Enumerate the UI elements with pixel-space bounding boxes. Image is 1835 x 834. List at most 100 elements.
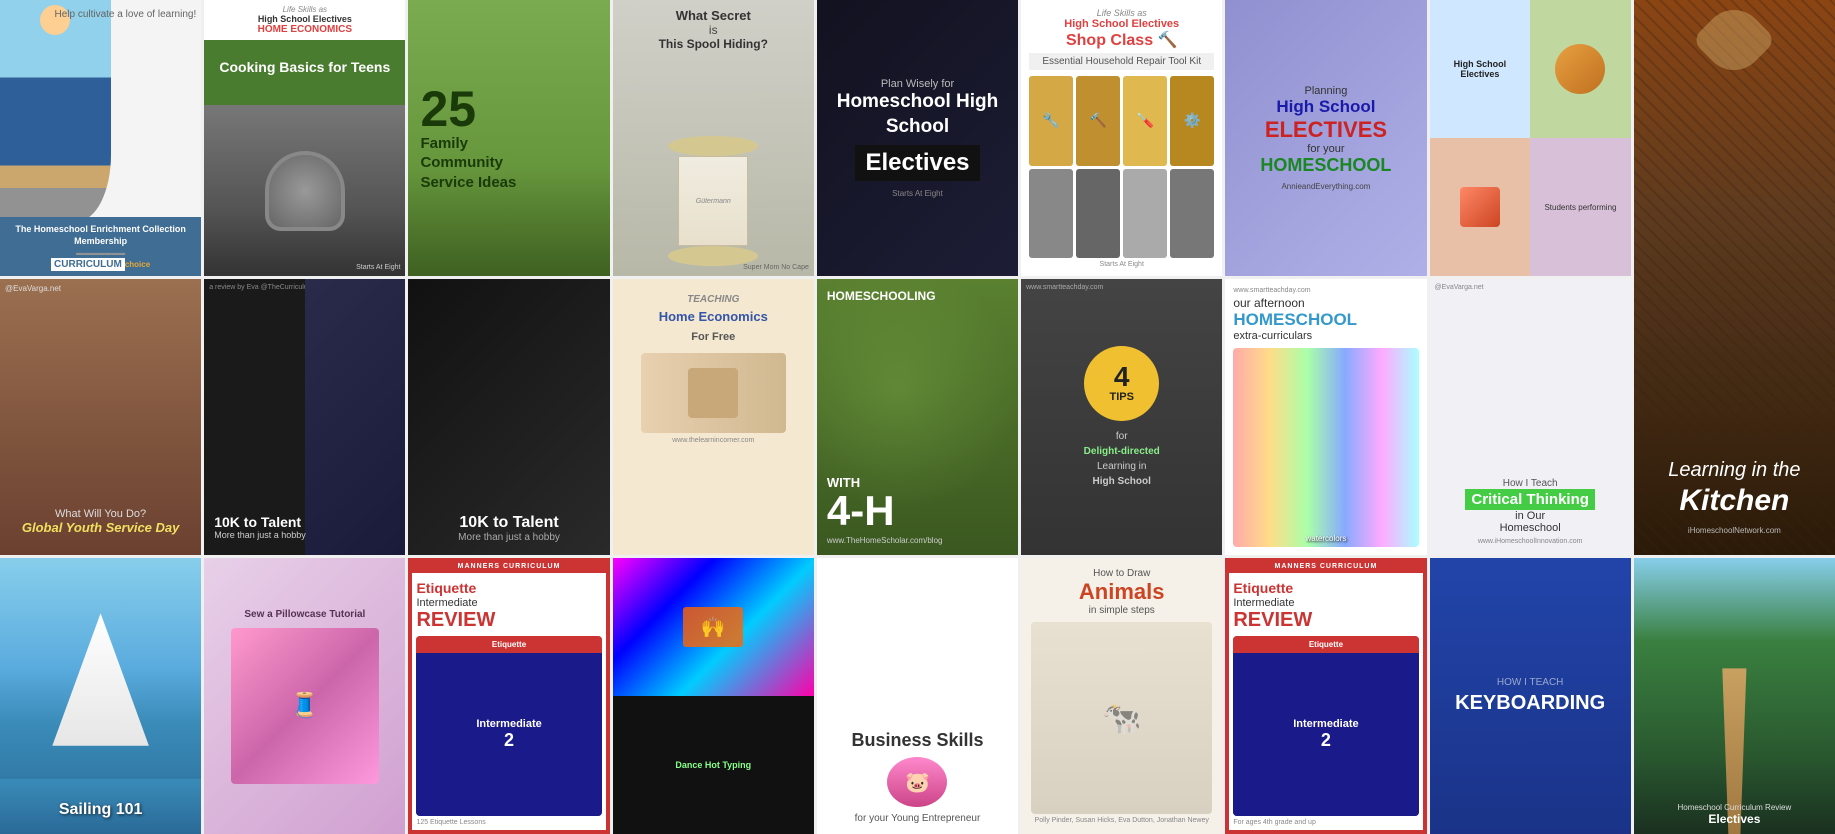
card-teaching-home-ec[interactable]: TEACHING Home Economics For Free www.the…	[613, 279, 814, 555]
tips-circle: 4 TIPS	[1084, 346, 1159, 421]
cooking-site: Starts At Eight	[356, 264, 400, 271]
4h-site: www.TheHomeScholar.com/blog	[827, 536, 1008, 545]
plan-main: Homeschool High School	[832, 90, 1003, 139]
draw-animals: Animals	[1079, 579, 1165, 605]
card-pillowcase[interactable]: Sew a Pillowcase Tutorial 🧵	[204, 558, 405, 834]
manners2-intermediate: Intermediate	[1233, 597, 1418, 609]
planning-high: High School	[1276, 97, 1375, 117]
card-typing[interactable]: 🙌 Dance Hot Typing	[613, 558, 814, 834]
cooking-top-label1: Life Skills as	[209, 5, 400, 14]
card-planning-hs[interactable]: Planning High School ELECTIVES for your …	[1225, 0, 1426, 276]
global-title: Global Youth Service Day	[8, 520, 193, 537]
home-ec-title: TEACHING Home Economics For Free	[659, 289, 768, 345]
10k-sub: More than just a hobby	[214, 530, 395, 540]
shop-sub: Essential Household Repair Tool Kit	[1029, 53, 1214, 70]
card-25-family[interactable]: 25 Family Community Service Ideas	[408, 0, 609, 276]
spool-line2: is	[613, 23, 814, 37]
planning-homeschool: HOMESCHOOL	[1260, 155, 1391, 176]
kitchen-site: iHomeschoolNetwork.com	[1688, 526, 1781, 535]
manners2-book-top: Etiquette	[1237, 640, 1414, 649]
tips-desc: for Delight-directed Learning in High Sc…	[1084, 429, 1160, 489]
shop-top1: Life Skills as	[1029, 8, 1214, 18]
card-manners-2[interactable]: MANNERS CURRICULUM Etiquette Intermediat…	[1225, 558, 1426, 834]
card-critical-thinking[interactable]: @EvaVarga.net How I Teach Critical Think…	[1430, 279, 1631, 555]
manners2-banner: MANNERS CURRICULUM	[1227, 560, 1424, 573]
afternoon-our: our afternoon	[1233, 296, 1418, 310]
card-draw-animals[interactable]: How to Draw Animals in simple steps 🐄 Po…	[1021, 558, 1222, 834]
manners2-site: For ages 4th grade and up	[1233, 819, 1418, 826]
enrichment-title: The Homeschool Enrichment Collection Mem…	[6, 223, 195, 248]
manners1-site: 125 Etiquette Lessons	[416, 819, 601, 826]
afternoon-site: www.smartteachday.com	[1233, 287, 1418, 294]
family-number: 25	[420, 84, 597, 134]
forest-text: Homeschool Curriculum Review	[1677, 803, 1791, 812]
shop-top2: High School Electives	[1029, 18, 1214, 30]
kitchen-title: Kitchen	[1679, 484, 1789, 518]
manners1-review: REVIEW	[416, 609, 601, 632]
enrichment-sub: ▬▬▬▬▬▬▬	[6, 250, 195, 257]
afternoon-extra: extra-curriculars	[1233, 330, 1418, 342]
card-spool[interactable]: What Secret is This Spool Hiding? Güterm…	[613, 0, 814, 276]
cooking-top-label3: HOME ECONOMICS	[209, 24, 400, 35]
card-4h[interactable]: HOMESCHOOLING WITH 4-H www.TheHomeSchola…	[817, 279, 1018, 555]
card-shop-class[interactable]: Life Skills as High School Electives Sho…	[1021, 0, 1222, 276]
ct-how: How I Teach	[1503, 478, 1558, 489]
10k-title: 10K to Talent	[214, 514, 395, 530]
plan-sub: Electives	[855, 145, 979, 181]
planning-site: AnnieandEverything.com	[1281, 182, 1370, 191]
card-keyboarding[interactable]: HOW I TEACH KEYBOARDING	[1430, 558, 1631, 834]
draw-steps: in simple steps	[1089, 605, 1155, 616]
spool-line3: This Spool Hiding?	[613, 37, 814, 51]
card-business-skills[interactable]: Business Skills 🐷 for your Young Entrepr…	[817, 558, 1018, 834]
shop-site: Starts At Eight	[1029, 261, 1214, 268]
card-learning-kitchen[interactable]: Learning in the Kitchen iHomeschoolNetwo…	[1634, 0, 1835, 555]
manners1-intermediate: Intermediate	[416, 597, 601, 609]
card-10k-review[interactable]: a review by Eva @TheCurriculumChoice 10K…	[204, 279, 405, 555]
card-4-tips[interactable]: www.smartteachday.com 4 TIPS for Delight…	[1021, 279, 1222, 555]
card-hs-electives-grid[interactable]: High School Electives Students performin…	[1430, 0, 1631, 276]
spool-brand: Gütermann	[696, 198, 731, 205]
biz-sub: for your Young Entrepreneur	[855, 813, 981, 824]
10k-main-sub: More than just a hobby	[458, 532, 560, 543]
planning-electives: ELECTIVES	[1265, 117, 1387, 143]
card-plan-wisely[interactable]: Plan Wisely for Homeschool High School E…	[817, 0, 1018, 276]
main-grid: Help cultivate a love of learning! The H…	[0, 0, 1835, 830]
paint-palette-image: watercolors	[1233, 348, 1418, 547]
card-forest-path[interactable]: Homeschool Curriculum Review Electives	[1634, 558, 1835, 834]
manners1-etiquette: Etiquette	[416, 579, 601, 597]
cooking-title: Cooking Basics for Teens	[210, 58, 399, 76]
ct-homeschool: Homeschool	[1500, 522, 1561, 534]
enrichment-title-box: The Homeschool Enrichment Collection Mem…	[0, 217, 201, 276]
card-manners-1[interactable]: MANNERS CURRICULUM Etiquette Intermediat…	[408, 558, 609, 834]
card-global-youth[interactable]: @EvaVarga.net What Will You Do? Global Y…	[0, 279, 201, 555]
forest-electives: Electives	[1708, 812, 1760, 826]
card-sailing[interactable]: Sailing 101	[0, 558, 201, 834]
plan-site: Starts At Eight	[892, 189, 943, 198]
10k-main-title: 10K to Talent	[459, 514, 558, 532]
manners1-book-top: Etiquette	[420, 640, 597, 649]
card-cooking-basics[interactable]: Life Skills as High School Electives HOM…	[204, 0, 405, 276]
global-site: @EvaVarga.net	[5, 284, 61, 293]
pillow-title: Sew a Pillowcase Tutorial	[244, 609, 365, 620]
sailing-title: Sailing 101	[0, 801, 201, 819]
shop-title: Shop Class 🔨	[1029, 30, 1214, 50]
card-10k-main[interactable]: 10K to Talent More than just a hobby	[408, 279, 609, 555]
ct-site: www.iHomeschoolInnovation.com	[1478, 538, 1583, 545]
planning-label: Planning	[1305, 85, 1348, 97]
home-ec-site: www.thelearnincorner.com	[672, 437, 754, 444]
biz-title: Business Skills	[851, 730, 983, 751]
card-afternoon-homeschool[interactable]: www.smartteachday.com our afternoon HOME…	[1225, 279, 1426, 555]
typing-label: Dance Hot Typing	[675, 760, 751, 770]
cooking-top-label2: High School Electives	[209, 14, 400, 24]
manners2-etiquette: Etiquette	[1233, 579, 1418, 597]
planning-for: for your	[1307, 143, 1344, 155]
manners2-review: REVIEW	[1233, 609, 1418, 632]
manners2-book: Intermediate2	[1293, 718, 1358, 751]
draw-how: How to Draw	[1093, 568, 1150, 579]
4h-number: 4-H	[827, 490, 1008, 532]
4h-top: HOMESCHOOLING	[827, 289, 1008, 303]
card-homeschool-enrichment[interactable]: Help cultivate a love of learning! The H…	[0, 0, 201, 276]
manners1-book: Intermediate2	[476, 718, 541, 751]
hs-grid-br: Students performing	[1530, 138, 1631, 276]
ct-critical: Critical Thinking	[1465, 489, 1595, 510]
